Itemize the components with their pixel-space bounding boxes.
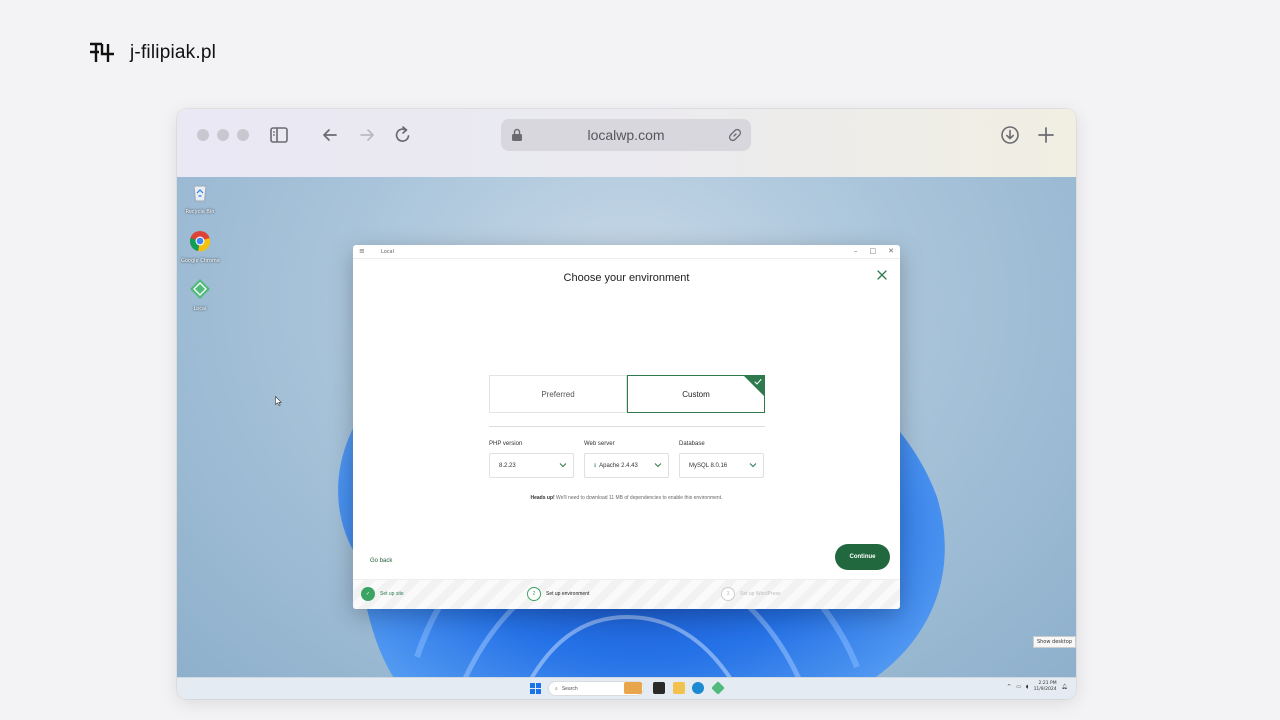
link-icon[interactable]: [727, 127, 743, 143]
web-server-select[interactable]: ⭳ Apache 2.4.43: [584, 453, 669, 478]
show-desktop-tooltip: Show desktop: [1032, 636, 1076, 648]
task-view-icon[interactable]: [653, 682, 665, 694]
chevron-up-icon[interactable]: ^: [1007, 684, 1011, 690]
local-taskbar-icon[interactable]: [711, 681, 725, 695]
setup-steps: ✓ Set up site 2 Set up environment 3 Set…: [353, 579, 900, 609]
desktop-icon-local[interactable]: Local: [181, 278, 219, 312]
volume-icon[interactable]: ◖: [1026, 684, 1029, 690]
hamburger-menu-icon[interactable]: ≡: [359, 248, 365, 255]
browser-toolbar: localwp.com: [177, 109, 1076, 177]
download-small-icon: ⭳: [594, 462, 597, 469]
web-server-field: Web server ⭳ Apache 2.4.43: [584, 441, 669, 478]
option-custom[interactable]: Custom: [627, 375, 765, 413]
close-dot[interactable]: [197, 129, 209, 141]
download-icon[interactable]: [1000, 125, 1020, 145]
browser-window: localwp.com Recycle Bin Google Chrome Lo…: [177, 109, 1076, 699]
step-label: Set up environment: [546, 591, 590, 597]
database-select[interactable]: MySQL 8.0.16: [679, 453, 764, 478]
step-number: 2: [527, 587, 541, 601]
desktop-icon-recycle-bin[interactable]: Recycle Bin: [181, 181, 219, 215]
file-explorer-icon[interactable]: [673, 682, 685, 694]
url-text: localwp.com: [587, 127, 665, 143]
step-number: 3: [721, 587, 735, 601]
brand-name: j-filipiak.pl: [130, 42, 217, 63]
notice-text: We'll need to download 11 MB of dependen…: [554, 495, 723, 501]
step-set-up-site: ✓ Set up site: [361, 587, 404, 601]
web-server-label: Web server: [584, 441, 615, 447]
php-version-value: 8.2.23: [499, 462, 516, 469]
minimize-icon[interactable]: –: [854, 247, 858, 255]
brand-logo-icon: [90, 42, 114, 62]
desktop-icon-label: Recycle Bin: [185, 209, 215, 215]
database-label: Database: [679, 441, 705, 447]
window-controls: [197, 129, 249, 141]
forward-arrow-icon[interactable]: [355, 123, 379, 147]
windows-taskbar: ⌕ Search ^ ▭ ◖ 2:21 PM 11/9/2024 🔔︎: [177, 677, 1076, 699]
chevron-down-icon: [654, 463, 662, 468]
dialog-title: Choose your environment: [563, 272, 690, 284]
new-tab-icon[interactable]: [1037, 126, 1055, 144]
windows-start-icon[interactable]: [530, 683, 541, 694]
chevron-down-icon: [559, 463, 567, 468]
chevron-down-icon: [749, 463, 757, 468]
option-preferred-label: Preferred: [541, 389, 575, 399]
edge-icon[interactable]: [692, 682, 704, 694]
search-icon: ⌕: [555, 685, 558, 692]
divider: [489, 426, 765, 427]
brand: j-filipiak.pl: [88, 40, 216, 66]
option-preferred[interactable]: Preferred: [489, 375, 627, 413]
dialog-close-icon[interactable]: [876, 269, 888, 281]
minimize-dot[interactable]: [217, 129, 229, 141]
step-label: Set up site: [380, 591, 404, 597]
app-titlebar: ≡ Local – □ ✕: [353, 245, 900, 259]
recycle-bin-icon: [193, 185, 207, 202]
clock-date: 11/9/2024: [1033, 687, 1057, 692]
reload-icon[interactable]: [391, 123, 415, 147]
local-app-icon: [190, 279, 210, 299]
step-label: Set up WordPress: [740, 591, 781, 597]
web-server-value: Apache 2.4.43: [599, 462, 638, 469]
step-set-up-environment: 2 Set up environment: [527, 587, 589, 601]
go-back-link[interactable]: Go back: [370, 558, 392, 564]
close-icon[interactable]: ✕: [888, 247, 894, 255]
clock[interactable]: 2:21 PM 11/9/2024: [1034, 681, 1057, 693]
php-version-field: PHP version 8.2.23: [489, 441, 574, 478]
database-field: Database MySQL 8.0.16: [679, 441, 764, 478]
sidebar-toggle-icon[interactable]: [267, 123, 291, 147]
search-highlight-icon: [624, 682, 642, 694]
notification-bell-icon[interactable]: 🔔︎: [1062, 684, 1068, 690]
notice-bold: Heads up!: [530, 495, 555, 501]
chrome-icon: [189, 231, 211, 252]
back-arrow-icon[interactable]: [318, 123, 342, 147]
windows-desktop: Recycle Bin Google Chrome Local ≡ Local …: [177, 177, 1076, 677]
network-icon[interactable]: ▭: [1016, 684, 1021, 690]
desktop-icon-label: Google Chrome: [181, 258, 220, 264]
local-app-window: ≡ Local – □ ✕ Choose your environment Pr…: [353, 245, 900, 609]
app-window-controls: – □ ✕: [854, 247, 894, 255]
system-tray: ^ ▭ ◖ 2:21 PM 11/9/2024 🔔︎: [1007, 681, 1068, 693]
option-custom-label: Custom: [682, 389, 710, 399]
mouse-cursor-icon: [275, 396, 282, 406]
step-set-up-wordpress: 3 Set up WordPress: [721, 587, 780, 601]
php-version-select[interactable]: 8.2.23: [489, 453, 574, 478]
selected-check-icon: [743, 375, 765, 397]
continue-button[interactable]: Continue: [835, 544, 890, 570]
address-bar[interactable]: localwp.com: [501, 119, 751, 151]
environment-toggle: Preferred Custom: [489, 375, 765, 413]
lock-icon: [512, 128, 522, 141]
zoom-dot[interactable]: [237, 129, 249, 141]
step-check-icon: ✓: [361, 587, 375, 601]
maximize-icon[interactable]: □: [870, 247, 877, 255]
app-window-title: Local: [381, 249, 394, 255]
download-notice: Heads up! We'll need to download 11 MB o…: [353, 495, 900, 501]
search-placeholder: Search: [561, 685, 578, 692]
desktop-icon-chrome[interactable]: Google Chrome: [181, 230, 220, 264]
database-value: MySQL 8.0.16: [689, 462, 728, 469]
php-version-label: PHP version: [489, 441, 523, 447]
desktop-icon-label: Local: [193, 306, 207, 312]
